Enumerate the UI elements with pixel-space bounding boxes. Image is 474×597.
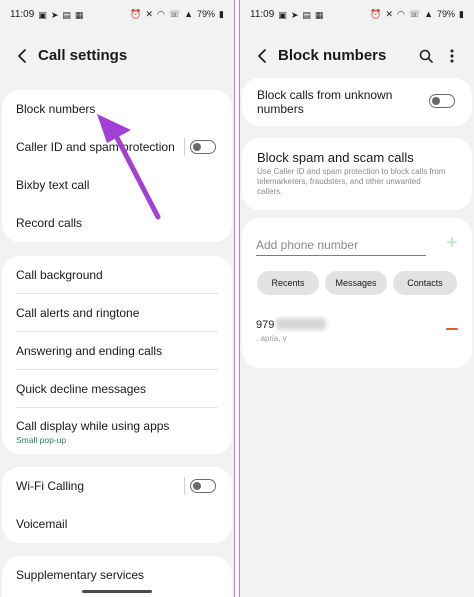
battery-level: 79% xyxy=(437,9,456,19)
header: Block numbers xyxy=(240,38,474,74)
wifi-icon: ◠ xyxy=(396,9,405,19)
chevron-left-icon xyxy=(18,49,26,63)
battery-icon: ▮ xyxy=(219,9,224,19)
send-icon: ➤ xyxy=(50,9,59,20)
status-time: 11:09 xyxy=(250,9,275,20)
unknown-numbers-card: Block calls from unknown numbers xyxy=(242,78,472,126)
battery-level: 79% xyxy=(197,9,216,19)
block-numbers-item[interactable]: Block numbers xyxy=(2,90,232,128)
plus-icon: + xyxy=(446,232,458,254)
record-calls-item[interactable]: Record calls xyxy=(2,204,232,242)
bixby-text-call-item[interactable]: Bixby text call xyxy=(2,166,232,204)
unknown-numbers-toggle[interactable] xyxy=(429,94,455,108)
image-icon: ▤ xyxy=(62,9,71,20)
voicemail-label: Voicemail xyxy=(16,517,68,531)
more-vertical-icon xyxy=(450,49,454,63)
back-button[interactable] xyxy=(12,46,32,66)
image-icon: ▤ xyxy=(302,9,311,20)
search-button[interactable] xyxy=(416,46,436,66)
call-settings-screen: 11:09 ▣ ➤ ▤ ▦ ⏰ ✕ ◠ ☏ ▲ 79% ▮ Call setti… xyxy=(0,0,234,597)
header: Call settings xyxy=(0,38,234,74)
caller-id-toggle[interactable] xyxy=(190,140,216,154)
page-title: Call settings xyxy=(38,47,128,64)
call-signal-icon: ☏ xyxy=(168,9,181,19)
wifi-icon: ◠ xyxy=(156,9,165,19)
blocked-date: . apria, v xyxy=(256,334,287,343)
block-numbers-screen: 11:09 ▣ ➤ ▤ ▦ ⏰ ✕ ◠ ☏ ▲ 79% ▮ Block numb… xyxy=(240,0,474,597)
settings-group-2: Call background Call alerts and ringtone… xyxy=(2,256,232,454)
call-signal-icon: ☏ xyxy=(408,9,421,19)
recents-button[interactable]: Recents xyxy=(257,271,319,295)
wifi-calling-toggle[interactable] xyxy=(190,479,216,493)
voicemail-item[interactable]: Voicemail xyxy=(2,505,232,543)
search-icon xyxy=(419,49,433,63)
call-alerts-label: Call alerts and ringtone xyxy=(16,306,140,320)
remove-number-button[interactable] xyxy=(446,328,458,330)
bixby-text-call-label: Bixby text call xyxy=(16,178,90,192)
call-alerts-item[interactable]: Call alerts and ringtone xyxy=(2,294,232,332)
status-bar: 11:09 ▣ ➤ ▤ ▦ ⏰ ✕ ◠ ☏ ▲ 79% ▮ xyxy=(240,0,474,28)
quick-decline-label: Quick decline messages xyxy=(16,382,147,396)
toggle-separator xyxy=(184,477,185,495)
panel-divider xyxy=(234,0,235,597)
more-options-button[interactable] xyxy=(442,46,462,66)
send-icon: ➤ xyxy=(290,9,299,20)
signal-icon: ▲ xyxy=(184,9,194,19)
toggle-separator xyxy=(184,138,185,156)
caller-id-label: Caller ID and spam protection xyxy=(16,140,175,154)
spam-calls-card[interactable]: Block spam and scam calls Use Caller ID … xyxy=(242,138,472,210)
alarm-icon: ⏰ xyxy=(370,9,382,19)
supplementary-services-item[interactable]: Supplementary services xyxy=(2,556,232,594)
call-display-sub: Small pop-up xyxy=(16,435,67,445)
home-indicator xyxy=(82,590,152,593)
page-title: Block numbers xyxy=(278,47,387,64)
add-number-button[interactable]: + xyxy=(442,232,462,254)
block-numbers-label: Block numbers xyxy=(16,102,96,116)
answering-ending-item[interactable]: Answering and ending calls xyxy=(2,332,232,370)
wifi-calling-label: Wi-Fi Calling xyxy=(16,479,85,493)
call-background-item[interactable]: Call background xyxy=(2,256,232,294)
wifi-calling-item[interactable]: Wi-Fi Calling xyxy=(2,467,232,505)
mute-icon: ✕ xyxy=(145,9,153,19)
chevron-left-icon xyxy=(258,49,266,63)
quick-decline-item[interactable]: Quick decline messages xyxy=(2,370,232,408)
answering-ending-label: Answering and ending calls xyxy=(16,344,163,358)
call-display-label: Call display while using apps xyxy=(16,419,170,433)
spam-calls-description: Use Caller ID and spam protection to blo… xyxy=(257,167,446,196)
grid-icon: ▦ xyxy=(314,9,324,20)
call-display-item[interactable]: Call display while using apps Small pop-… xyxy=(2,408,232,454)
back-button[interactable] xyxy=(252,46,272,66)
gallery-icon: ▣ xyxy=(278,9,287,20)
call-background-label: Call background xyxy=(16,268,103,282)
phone-number-input[interactable] xyxy=(256,234,426,256)
contacts-button[interactable]: Contacts xyxy=(393,271,457,295)
mute-icon: ✕ xyxy=(385,9,393,19)
battery-icon: ▮ xyxy=(459,9,464,19)
unknown-numbers-label: Block calls from unknown numbers xyxy=(257,88,393,116)
settings-group-3: Wi-Fi Calling Voicemail xyxy=(2,467,232,543)
blocked-number: 979 xyxy=(256,319,275,331)
settings-group-1: Block numbers Caller ID and spam protect… xyxy=(2,90,232,242)
spam-calls-title: Block spam and scam calls xyxy=(257,150,414,165)
redacted-number xyxy=(276,318,326,330)
supplementary-services-label: Supplementary services xyxy=(16,568,145,582)
status-bar: 11:09 ▣ ➤ ▤ ▦ ⏰ ✕ ◠ ☏ ▲ 79% ▮ xyxy=(0,0,234,28)
messages-button[interactable]: Messages xyxy=(325,271,387,295)
gallery-icon: ▣ xyxy=(38,9,47,20)
status-time: 11:09 xyxy=(10,9,35,20)
record-calls-label: Record calls xyxy=(16,216,83,230)
caller-id-item[interactable]: Caller ID and spam protection xyxy=(2,128,232,166)
grid-icon: ▦ xyxy=(74,9,84,20)
alarm-icon: ⏰ xyxy=(130,9,142,19)
signal-icon: ▲ xyxy=(424,9,434,19)
